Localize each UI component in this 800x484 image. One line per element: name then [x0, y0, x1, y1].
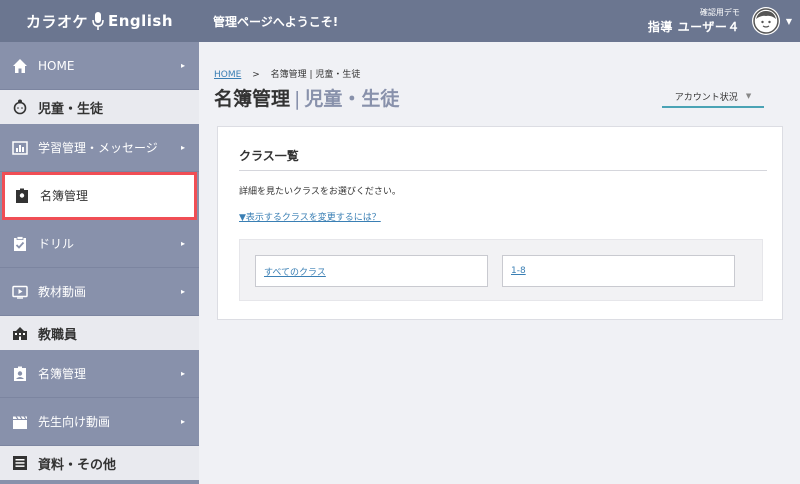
chevron-down-icon: ▼ — [745, 92, 752, 100]
sidebar-item-label: 名簿管理 — [40, 189, 89, 203]
card-description: 詳細を見たいクラスをお選びください。 — [239, 187, 401, 197]
section-header-materials: 資料・その他 — [0, 446, 199, 480]
microphone-icon — [92, 12, 104, 30]
section-label: 児童・生徒 — [38, 101, 104, 117]
breadcrumb: HOME > 名簿管理 | 児童・生徒 — [214, 67, 360, 80]
change-class-display-link[interactable]: ▼表示するクラスを変更するには？ — [239, 210, 381, 223]
clipboard-check-icon — [12, 235, 28, 252]
class-button-container: すべてのクラス 1-8 — [239, 239, 763, 301]
user-subtitle: 確認用デモ — [699, 8, 740, 17]
page-title-main: 名簿管理 — [214, 88, 291, 110]
card-title: クラス一覧 — [239, 149, 299, 163]
chevron-right-icon: ▸ — [180, 61, 185, 70]
sidebar-item-label: ドリル — [38, 237, 75, 251]
clapperboard-icon — [12, 414, 28, 430]
sidebar-item-label: 名簿管理 — [38, 367, 87, 381]
sidebar-item-roster[interactable]: 名簿管理 — [2, 172, 197, 220]
chart-icon — [12, 140, 28, 156]
top-header: カラオケ English 管理ページへようこそ! 確認用デモ 指導 ユーザー４ … — [0, 0, 800, 42]
welcome-message: 管理ページへようこそ! — [213, 14, 339, 29]
user-menu-chevron-down-icon[interactable]: ▼ — [786, 17, 792, 26]
app-logo[interactable]: カラオケ English — [0, 0, 199, 42]
id-badge-icon — [14, 188, 30, 204]
document-list-icon — [12, 455, 28, 471]
sidebar-item-label: HOME — [38, 58, 75, 73]
page-title: 名簿管理 | 児童・生徒 — [214, 84, 399, 111]
id-badge-icon — [12, 366, 28, 382]
section-header-staff: 教職員 — [0, 316, 199, 350]
divider — [239, 170, 767, 171]
chevron-right-icon: ▸ — [180, 417, 185, 426]
video-play-icon — [12, 284, 28, 300]
chevron-right-icon: ▸ — [180, 239, 185, 248]
school-building-icon — [12, 325, 28, 341]
breadcrumb-current: 名簿管理 | 児童・生徒 — [270, 70, 361, 80]
user-name: 指導 ユーザー４ — [647, 20, 740, 34]
sidebar-item-label: 先生向け動画 — [38, 415, 111, 429]
page-title-sub: 児童・生徒 — [304, 88, 400, 110]
class-list-card: クラス一覧 詳細を見たいクラスをお選びください。 ▼表示するクラスを変更するには… — [217, 126, 783, 320]
chevron-right-icon: ▸ — [180, 287, 185, 296]
class-button-all[interactable]: すべてのクラス — [255, 255, 488, 287]
section-label: 教職員 — [38, 327, 78, 343]
home-icon — [12, 58, 28, 74]
breadcrumb-separator: > — [252, 70, 260, 80]
account-status-label: アカウント状況 — [674, 92, 738, 103]
sidebar-item-label: 教材動画 — [38, 285, 87, 299]
class-button-1-8[interactable]: 1-8 — [502, 255, 735, 287]
section-header-students: 児童・生徒 — [0, 90, 199, 124]
breadcrumb-home-link[interactable]: HOME — [214, 70, 241, 80]
sidebar-item-drill[interactable]: ドリル ▸ — [0, 220, 199, 268]
chevron-right-icon: ▸ — [180, 143, 185, 152]
logo-text-left: カラオケ — [25, 12, 88, 31]
sidebar-item-teacher-video[interactable]: 先生向け動画 ▸ — [0, 398, 199, 446]
user-info[interactable]: 確認用デモ 指導 ユーザー４ — [648, 7, 740, 35]
avatar-face-icon — [753, 8, 779, 34]
sidebar-item-home[interactable]: HOME ▸ — [0, 42, 199, 90]
main-content: HOME > 名簿管理 | 児童・生徒 名簿管理 | 児童・生徒 アカウント状況 ▼… — [199, 42, 800, 484]
sidebar-item-learning-messages[interactable]: 学習管理・メッセージ ▸ — [0, 124, 199, 172]
sidebar-item-video[interactable]: 教材動画 ▸ — [0, 268, 199, 316]
page-title-divider: | — [294, 88, 301, 110]
account-status-dropdown[interactable]: アカウント状況 ▼ — [662, 86, 764, 108]
sidebar: HOME ▸ 児童・生徒 学習管理・メッセージ ▸ 名簿管理 ドリル ▸ 教材動… — [0, 42, 199, 484]
section-label: 資料・その他 — [38, 457, 117, 473]
avatar[interactable] — [751, 7, 780, 35]
sidebar-item-staff-roster[interactable]: 名簿管理 ▸ — [0, 350, 199, 398]
logo-text-right: English — [107, 12, 174, 30]
sidebar-item-label: 学習管理・メッセージ — [38, 141, 158, 155]
student-icon — [12, 99, 28, 115]
chevron-right-icon: ▸ — [180, 369, 185, 378]
